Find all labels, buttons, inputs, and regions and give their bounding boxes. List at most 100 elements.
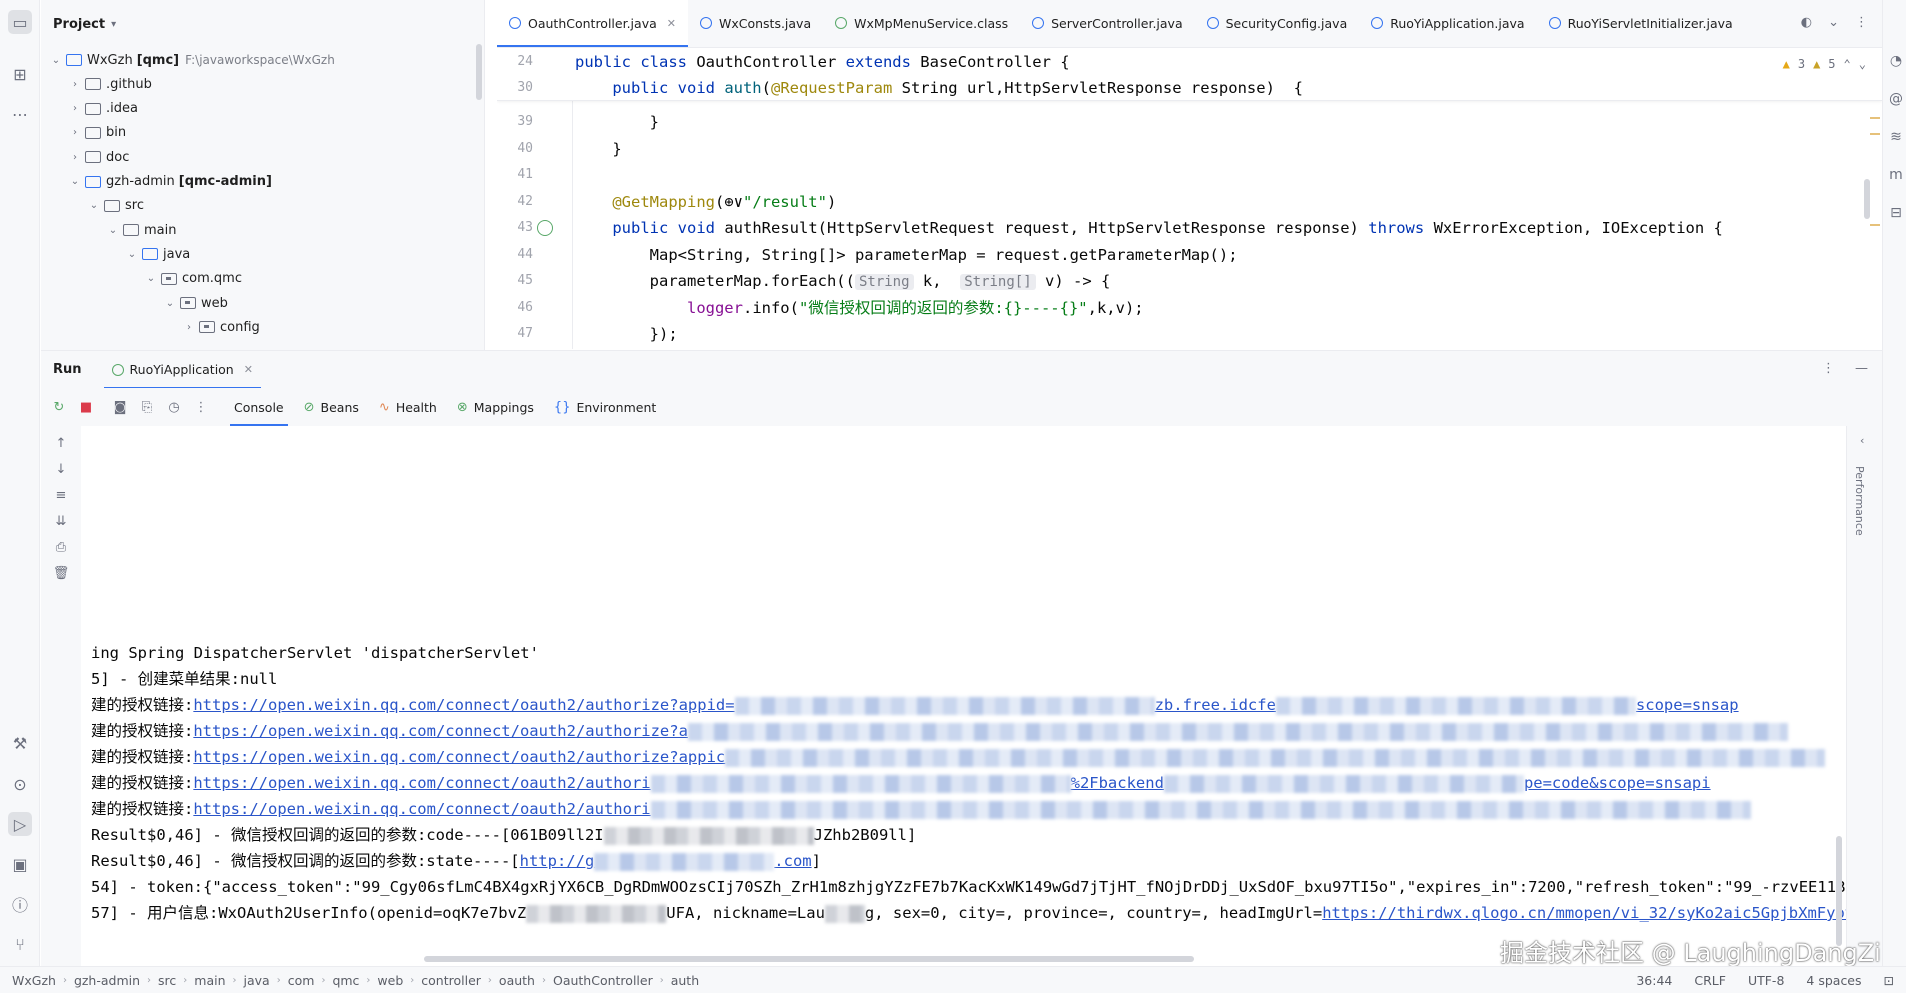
services-icon[interactable]: ⊙ <box>8 772 32 796</box>
tree-node[interactable]: › config <box>182 315 260 339</box>
ai-assistant-icon[interactable]: @ <box>1887 90 1905 108</box>
build-icon[interactable]: ⚒ <box>8 731 32 755</box>
chevron-right-icon[interactable]: › <box>68 79 82 90</box>
breadcrumb-item[interactable]: controller <box>421 973 481 988</box>
line-separator[interactable]: CRLF <box>1694 973 1726 988</box>
tab-overflow-icon[interactable]: ◐ <box>1801 15 1812 30</box>
breadcrumb-item[interactable]: WxGzh <box>12 973 56 988</box>
tab-health[interactable]: ∿ Health <box>369 388 447 426</box>
chevron-down-icon[interactable]: ⌄ <box>144 273 158 284</box>
editor-tab[interactable]: RuoYiApplication.java <box>1359 0 1536 47</box>
authorize-link[interactable]: pe=code&scope=snsapi <box>1524 774 1711 792</box>
authorize-link[interactable]: https://open.weixin.qq.com/connect/oauth… <box>193 722 688 740</box>
soft-wrap-icon[interactable]: ≡ <box>52 486 70 504</box>
scroll-to-end-icon[interactable]: ⇊ <box>52 512 70 530</box>
state-link[interactable]: http://g <box>520 852 595 870</box>
console-horizontal-scrollbar[interactable] <box>424 956 1194 962</box>
tree-node[interactable]: › bin <box>68 121 126 145</box>
problems-icon[interactable]: ⓘ <box>8 892 32 916</box>
chevron-down-icon[interactable]: ⌄ <box>106 225 120 236</box>
tree-node[interactable]: ⌄ gzh-admin [qmc-admin] <box>68 170 272 194</box>
tree-node[interactable]: ⌄ com.qmc <box>144 267 242 291</box>
editor-tab[interactable]: SecurityConfig.java <box>1195 0 1360 47</box>
authorize-link[interactable]: scope=snsap <box>1636 696 1739 714</box>
chevron-up-icon[interactable]: ⌃ <box>1844 57 1851 71</box>
tree-node[interactable]: ⌄ java <box>125 242 190 266</box>
editor-tab[interactable]: WxConsts.java <box>688 0 823 47</box>
tree-node[interactable]: ⌄ WxGzh [qmc] F:\javaworkspace\WxGzh <box>49 48 335 72</box>
editor-scrollbar[interactable] <box>1864 179 1870 219</box>
chevron-right-icon[interactable]: › <box>182 322 196 333</box>
structure-icon[interactable]: ⊞ <box>8 62 32 86</box>
inspection-badges[interactable]: ▲ 3 ▲ 5 ⌃ ⌄ <box>1783 57 1866 71</box>
indent-setting[interactable]: 4 spaces <box>1806 973 1861 988</box>
git-icon[interactable]: ⑂ <box>8 932 32 956</box>
chevron-down-icon[interactable]: ⌄ <box>87 200 101 211</box>
breadcrumb-item[interactable]: src <box>158 973 176 988</box>
terminal-icon[interactable]: ▣ <box>8 852 32 876</box>
tree-node[interactable]: ⌄ main <box>106 218 177 242</box>
tree-node[interactable]: › .idea <box>68 97 138 121</box>
editor-tab[interactable]: ServerController.java <box>1020 0 1195 47</box>
chevron-down-icon[interactable]: ⌄ <box>163 298 177 309</box>
chevron-down-icon[interactable]: ⌄ <box>1828 15 1839 30</box>
project-scrollbar[interactable] <box>476 44 482 100</box>
chevron-down-icon[interactable]: ⌄ <box>68 176 82 187</box>
minimize-icon[interactable]: — <box>1855 361 1868 376</box>
chevron-down-icon[interactable]: ⌄ <box>1859 57 1866 71</box>
warning-marker[interactable] <box>1870 133 1880 135</box>
chevron-right-icon[interactable]: › <box>68 152 82 163</box>
project-header[interactable]: Project ▾ <box>41 0 484 48</box>
editor-tab[interactable]: RuoYiServletInitializer.java <box>1537 0 1745 47</box>
breadcrumb-item[interactable]: OauthController <box>553 973 653 988</box>
chevron-right-icon[interactable]: › <box>68 103 82 114</box>
restore-layout-icon[interactable]: ⎘ <box>138 398 156 416</box>
gradle-icon[interactable]: ⊟ <box>1887 204 1905 222</box>
authorize-link[interactable]: https://open.weixin.qq.com/connect/oauth… <box>193 774 650 792</box>
maven-icon[interactable]: m <box>1887 166 1905 184</box>
notifications-icon[interactable]: ◔ <box>1887 52 1905 70</box>
chevron-right-icon[interactable]: › <box>68 127 82 138</box>
more-tools-icon[interactable]: ⋯ <box>8 102 32 126</box>
more-options-icon[interactable]: ⋮ <box>192 398 210 416</box>
breadcrumb-item[interactable]: auth <box>671 973 699 988</box>
breadcrumb-item[interactable]: gzh-admin <box>74 973 140 988</box>
clear-icon[interactable]: 🗑 <box>52 564 70 582</box>
cursor-position[interactable]: 36:44 <box>1636 973 1672 988</box>
camera-icon[interactable]: ◙ <box>111 398 129 416</box>
rerun-icon[interactable]: ↻ <box>50 398 68 416</box>
web-endpoint-icon[interactable] <box>537 220 553 236</box>
authorize-link[interactable]: https://open.weixin.qq.com/connect/oauth… <box>193 748 725 766</box>
performance-panel-toggle[interactable]: ‹ Performance <box>1846 426 1882 966</box>
scroll-up-icon[interactable]: ↑ <box>52 434 70 452</box>
breadcrumb-item[interactable]: qmc <box>332 973 359 988</box>
project-view-icon[interactable]: ▭ <box>8 10 32 34</box>
authorize-link[interactable]: https://open.weixin.qq.com/connect/oauth… <box>193 696 734 714</box>
editor-tab[interactable]: WxMpMenuService.class <box>823 0 1020 47</box>
authorize-link[interactable]: zb.free.idcfe <box>1155 696 1276 714</box>
tree-node[interactable]: ⌄ src <box>87 194 144 218</box>
breadcrumb-item[interactable]: com <box>288 973 315 988</box>
breadcrumb-item[interactable]: web <box>377 973 403 988</box>
print-icon[interactable]: ⎙ <box>52 538 70 556</box>
authorize-link[interactable]: %2Fbackend <box>1071 774 1164 792</box>
tree-node[interactable]: ⌄ web <box>163 291 228 315</box>
database-icon[interactable]: ≋ <box>1887 128 1905 146</box>
lock-icon[interactable]: ⊡ <box>1884 973 1894 988</box>
code-editor[interactable]: 39 40 41 42 43 44 45 46 47 } } @GetMapping(⊕∨"/r… <box>497 49 1882 349</box>
breadcrumb-item[interactable]: java <box>244 973 270 988</box>
file-encoding[interactable]: UTF-8 <box>1748 973 1784 988</box>
close-icon[interactable]: ✕ <box>667 17 676 30</box>
editor-tab[interactable]: OauthController.java ✕ <box>497 0 688 47</box>
tab-environment[interactable]: {} Environment <box>544 388 666 426</box>
authorize-link[interactable]: https://open.weixin.qq.com/connect/oauth… <box>193 800 650 818</box>
head-img-link[interactable]: https://thirdwx.qlogo.cn/mmopen/vi_32/sy… <box>1322 904 1846 922</box>
profiler-icon[interactable]: ◷ <box>165 398 183 416</box>
breadcrumb-item[interactable]: main <box>194 973 225 988</box>
tree-node[interactable]: › .github <box>68 72 152 96</box>
close-icon[interactable]: ✕ <box>244 363 253 376</box>
state-link[interactable]: .com <box>774 852 811 870</box>
chevron-down-icon[interactable]: ⌄ <box>125 249 139 260</box>
tree-node[interactable]: › doc <box>68 145 129 169</box>
tab-beans[interactable]: ⊘ Beans <box>294 388 369 426</box>
